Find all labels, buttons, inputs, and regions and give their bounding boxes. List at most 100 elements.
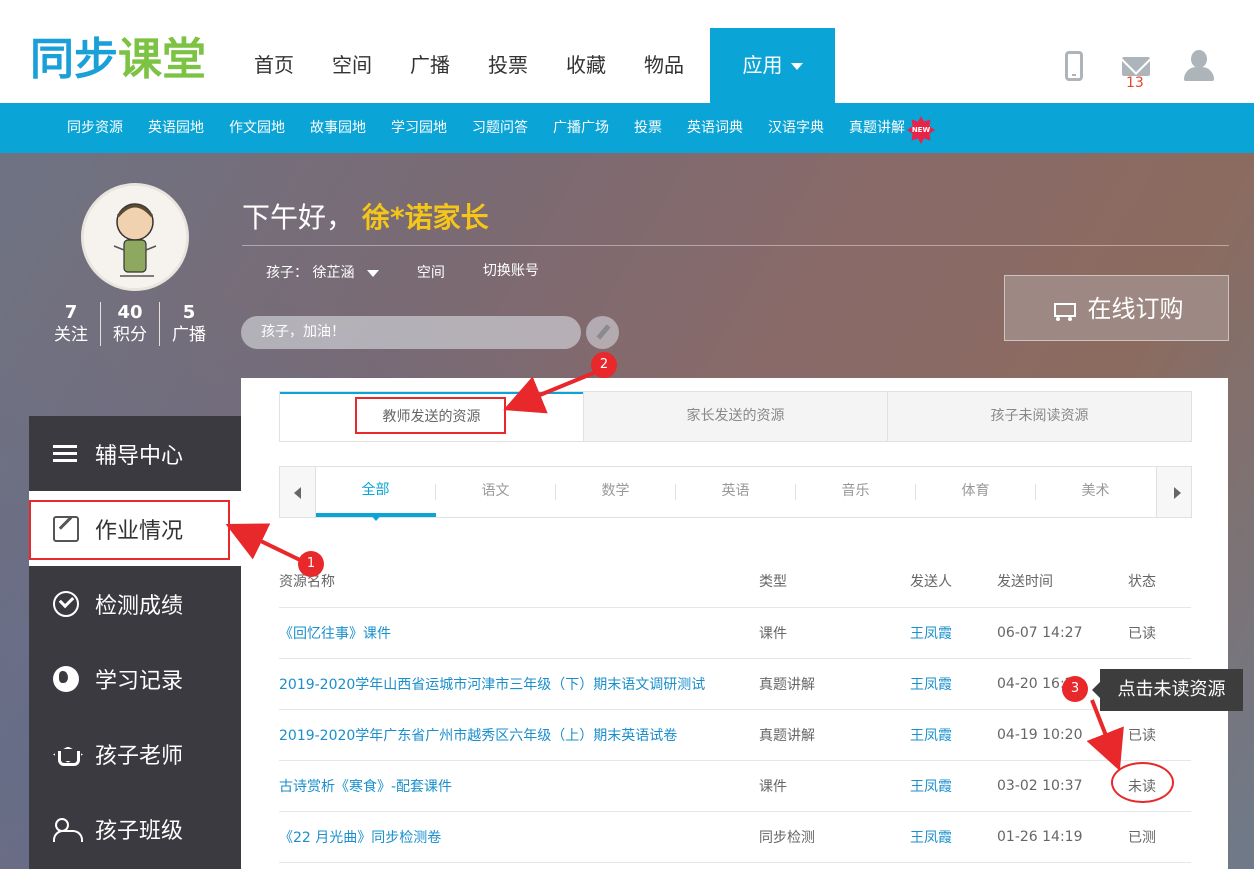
stat-broadcasts[interactable]: 5 广播 (160, 302, 218, 346)
subject-math[interactable]: 数学 (556, 467, 676, 517)
subject-list: 全部 语文 数学 英语 音乐 体育 美术 (315, 467, 1156, 517)
main-nav: 首页 空间 广播 投票 收藏 物品 应用 (235, 28, 835, 103)
logo-char: 堂 (162, 34, 206, 85)
resource-type: 课件 (759, 607, 910, 659)
subnav-item[interactable]: 学习园地 (381, 103, 457, 153)
active-pointer (369, 513, 383, 521)
stat-label: 关注 (54, 325, 88, 345)
resource-link[interactable]: 《回忆往事》课件 (279, 626, 391, 642)
resource-link[interactable]: 2019-2020学年山西省运城市河津市三年级（下）期末语文调研测试 (279, 677, 705, 693)
scroll-left-button[interactable] (280, 467, 316, 517)
column-header: 类型 (759, 556, 910, 608)
child-name: 徐芷涵 (312, 265, 355, 281)
nav-space[interactable]: 空间 (313, 28, 391, 103)
subnav-item[interactable]: 汉语字典 (758, 103, 834, 153)
stat-label: 积分 (113, 325, 147, 345)
annotation-step-1: 1 (298, 551, 324, 577)
sidebar-item-label: 检测成绩 (95, 593, 184, 619)
sidebar-item-label: 孩子老师 (95, 743, 184, 769)
subnav-item[interactable]: 英语园地 (138, 103, 214, 153)
subnav-item[interactable]: 故事园地 (300, 103, 376, 153)
nav-home[interactable]: 首页 (235, 28, 313, 103)
child-label: 孩子： (266, 265, 308, 281)
table-header-row: 资源名称 类型 发送人 发送时间 状态 (279, 556, 1191, 608)
resource-link[interactable]: 《22 月光曲》同步检测卷 (279, 830, 441, 846)
avatar-image (84, 186, 186, 288)
motto-field[interactable]: 孩子，加油！ (241, 316, 581, 349)
divider (242, 245, 1229, 246)
nav-items[interactable]: 物品 (625, 28, 703, 103)
globe-icon (53, 665, 79, 692)
subnav-item[interactable]: 英语词典 (677, 103, 753, 153)
phone-icon[interactable] (1065, 51, 1083, 81)
sender-link[interactable]: 王凤霞 (910, 626, 952, 642)
profile-stats: 7 关注 40 积分 5 广播 (42, 302, 218, 346)
subject-art[interactable]: 美术 (1036, 467, 1156, 517)
annotation-step-2: 2 (591, 352, 617, 378)
nav-apps[interactable]: 应用 (710, 28, 835, 103)
order-online-button[interactable]: 在线订购 (1004, 275, 1229, 341)
status: 已读 (1128, 607, 1191, 659)
top-header: 同 步 课 堂 首页 空间 广播 投票 收藏 物品 应用 13 (0, 0, 1254, 103)
stat-number: 40 (117, 302, 143, 323)
stat-points[interactable]: 40 积分 (101, 302, 160, 346)
stat-label: 广播 (172, 325, 206, 345)
chevron-down-icon (366, 269, 379, 277)
subject-pe[interactable]: 体育 (916, 467, 1036, 517)
subnav-item[interactable]: 作文园地 (219, 103, 295, 153)
sidebar-item-tutoring-center[interactable]: 辅导中心 (29, 416, 241, 491)
sender-link[interactable]: 王凤霞 (910, 728, 952, 744)
tab-unread-resources[interactable]: 孩子未阅读资源 (887, 392, 1191, 441)
subnav-item-exam-explain[interactable]: 真题讲解 NEW (839, 103, 935, 153)
status: 已测 (1128, 811, 1191, 863)
subnav-item[interactable]: 习题问答 (462, 103, 538, 153)
subject-english[interactable]: 英语 (676, 467, 796, 517)
sender-link[interactable]: 王凤霞 (910, 677, 952, 693)
child-selector[interactable]: 孩子： 徐芷涵 (266, 262, 379, 282)
column-header: 发送人 (910, 556, 997, 608)
user-icon[interactable] (1183, 50, 1215, 82)
graduation-cap-icon (53, 741, 80, 767)
sidebar-item-class[interactable]: 孩子班级 (29, 791, 241, 866)
nav-broadcast[interactable]: 广播 (391, 28, 469, 103)
sidebar-item-study-records[interactable]: 学习记录 (29, 641, 241, 716)
mail-icon[interactable] (1122, 57, 1150, 76)
resource-type: 课件 (759, 760, 910, 812)
tab-parent-resources[interactable]: 家长发送的资源 (583, 392, 887, 441)
column-header: 发送时间 (997, 556, 1128, 608)
table-row: 2019-2020学年广东省广州市越秀区六年级（上）期末英语试卷 真题讲解 王凤… (279, 709, 1191, 761)
switch-account-link[interactable]: 切换账号 (483, 260, 539, 282)
subject-music[interactable]: 音乐 (796, 467, 916, 517)
list-icon (53, 441, 79, 467)
sidebar-item-teachers[interactable]: 孩子老师 (29, 716, 241, 791)
nav-apps-label: 应用 (742, 53, 783, 77)
tooltip-click-unread: 点击未读资源 (1092, 669, 1243, 711)
subnav-item-label: 真题讲解 (849, 120, 905, 136)
scroll-right-button[interactable] (1155, 467, 1191, 517)
annotation-highlight-homework (29, 500, 230, 560)
stat-number: 7 (64, 302, 78, 323)
sender-link[interactable]: 王凤霞 (910, 779, 952, 795)
sidebar-item-test-scores[interactable]: 检测成绩 (29, 566, 241, 641)
pencil-icon[interactable] (586, 316, 619, 349)
send-time: 03-02 10:37 (997, 760, 1128, 812)
group-icon (53, 816, 83, 842)
logo[interactable]: 同 步 课 堂 (30, 34, 206, 84)
space-link[interactable]: 空间 (417, 262, 445, 282)
avatar[interactable] (81, 183, 189, 291)
subject-chinese[interactable]: 语文 (436, 467, 556, 517)
subnav-item[interactable]: 同步资源 (57, 103, 133, 153)
side-menu: 辅导中心 作业情况 检测成绩 学习记录 孩子老师 孩子班级 (29, 416, 241, 869)
resource-link[interactable]: 2019-2020学年广东省广州市越秀区六年级（上）期末英语试卷 (279, 728, 677, 744)
resource-link[interactable]: 古诗赏析《寒食》-配套课件 (279, 779, 452, 795)
sender-link[interactable]: 王凤霞 (910, 830, 952, 846)
subnav-item[interactable]: 投票 (624, 103, 672, 153)
subject-all[interactable]: 全部 (315, 467, 436, 517)
stat-following[interactable]: 7 关注 (42, 302, 101, 346)
nav-vote[interactable]: 投票 (469, 28, 547, 103)
nav-favorites[interactable]: 收藏 (547, 28, 625, 103)
subnav-item[interactable]: 广播广场 (543, 103, 619, 153)
cart-icon (1050, 299, 1076, 321)
logo-char: 课 (118, 34, 162, 85)
child-bar: 孩子： 徐芷涵 空间 切换账号 (266, 262, 577, 282)
